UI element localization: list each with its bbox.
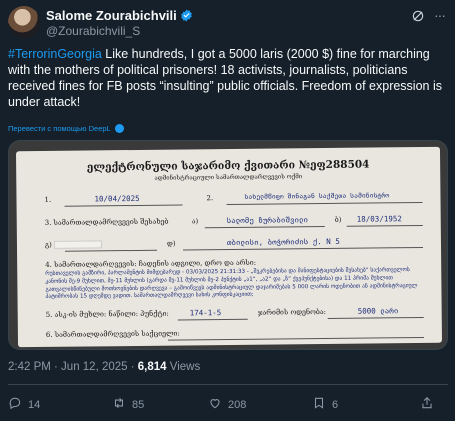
reply-icon [8, 396, 22, 413]
doc-fine-label: ჯარიმის ოდენობა: [257, 307, 327, 317]
doc-row3-g: გ) [44, 240, 103, 249]
tweet-header: Salome Zourabichvili @Zourabichvili_S ··… [8, 6, 447, 38]
doc-line [177, 318, 248, 321]
doc-row1-num: 1. [44, 195, 52, 204]
doc-row5-label: 5. ასკ-ის მუხლი: ნაწილი: პუნქტი: [45, 309, 169, 319]
doc-birth-date: 18/03/1952 [356, 214, 402, 224]
doc-line [64, 204, 183, 207]
bookmark-count: 6 [332, 398, 339, 411]
doc-row-2: 2. [206, 194, 213, 202]
share-button[interactable] [420, 396, 434, 413]
like-button[interactable]: 208 [208, 396, 246, 413]
translate-link[interactable]: Перевести с помощью DeepL [8, 124, 124, 133]
doc-date: 10/04/2025 [94, 193, 140, 204]
tweet-timestamp[interactable]: 2:42 PM · Jun 12, 2025 · [8, 361, 138, 373]
doc-violation-text: რუსთაველის გამზირი, პარლამენტის მიმდებარ… [45, 267, 418, 301]
doc-row2-num: 2. [206, 194, 214, 203]
action-bar: 14 85 208 6 [0, 394, 455, 416]
reply-button[interactable]: 14 [8, 396, 40, 413]
doc-row3-label: 3. სამართალდამრღვევის შესახებ [44, 217, 169, 227]
doc-fine-amount: 5000 ლარი [357, 306, 399, 316]
doc-offender: სალომე ზურაბიშვილი [226, 215, 309, 226]
doc-line [204, 225, 325, 229]
doc-line [167, 336, 424, 341]
repost-count: 85 [132, 398, 145, 411]
doc-line [65, 249, 158, 252]
doc-line [183, 246, 424, 251]
doc-article: 174-1-5 [189, 308, 222, 318]
like-count: 208 [228, 398, 247, 411]
avatar[interactable] [8, 6, 40, 38]
doc-line [226, 201, 423, 206]
bookmark-icon [312, 396, 326, 413]
tweet-text: #TerrorinGeorgia Like hundreds, I got a … [8, 46, 448, 110]
grok-icon[interactable] [411, 9, 425, 23]
repost-icon [112, 396, 126, 413]
doc-row3-g-label: გ) [44, 240, 52, 249]
more-options-icon[interactable]: ··· [434, 7, 446, 23]
divider [8, 384, 448, 385]
tweet-meta: 2:42 PM · Jun 12, 2025 · 6,814 Views [8, 361, 200, 373]
doc-authority: სახელმწიფო შინაგან საქმეთა სამინისტრო [244, 191, 390, 201]
reply-count: 14 [28, 398, 41, 411]
doc-address: თბილისი, ბოჭორიძის ქ. N 5 [226, 236, 340, 248]
translate-label[interactable]: Перевести с помощью DeepL [8, 124, 111, 133]
share-icon [420, 396, 434, 413]
views-label: Views [166, 361, 201, 373]
doc-row3-d: დ) [166, 239, 176, 248]
view-count: 6,814 [137, 361, 167, 373]
deepl-icon [114, 124, 124, 133]
doc-row6-label: 6. სამართალდამრღვევის საქციელი: [45, 329, 180, 339]
author-name[interactable]: Salome Zourabichvili [46, 8, 177, 23]
author-handle[interactable]: @Zourabichvili_S [46, 24, 140, 38]
doc-row3-b: ბ) [334, 215, 342, 224]
author-name-row: Salome Zourabichvili [46, 8, 193, 23]
tweet-image[interactable]: ელექტრონული საჯარიმო ქვითარი №ეფ288504 ა… [8, 140, 448, 350]
doc-row4-label: 4. სამართალდარღვევის: ჩადენის ადგილი, დრ… [45, 258, 257, 269]
redacted-field [54, 240, 103, 249]
doc-line [346, 224, 423, 227]
heart-icon [208, 396, 222, 413]
bookmark-button[interactable]: 6 [312, 396, 338, 413]
repost-button[interactable]: 85 [112, 396, 144, 413]
verified-badge-icon [180, 9, 193, 22]
doc-row3-a: ა) [191, 217, 199, 226]
doc-row-1: 1. [44, 196, 51, 204]
hashtag-link[interactable]: #TerrorinGeorgia [8, 47, 102, 61]
doc-line [327, 316, 424, 319]
fine-document: ელექტრონული საჯარიმო ქვითარი №ეფ288504 ა… [15, 146, 443, 348]
